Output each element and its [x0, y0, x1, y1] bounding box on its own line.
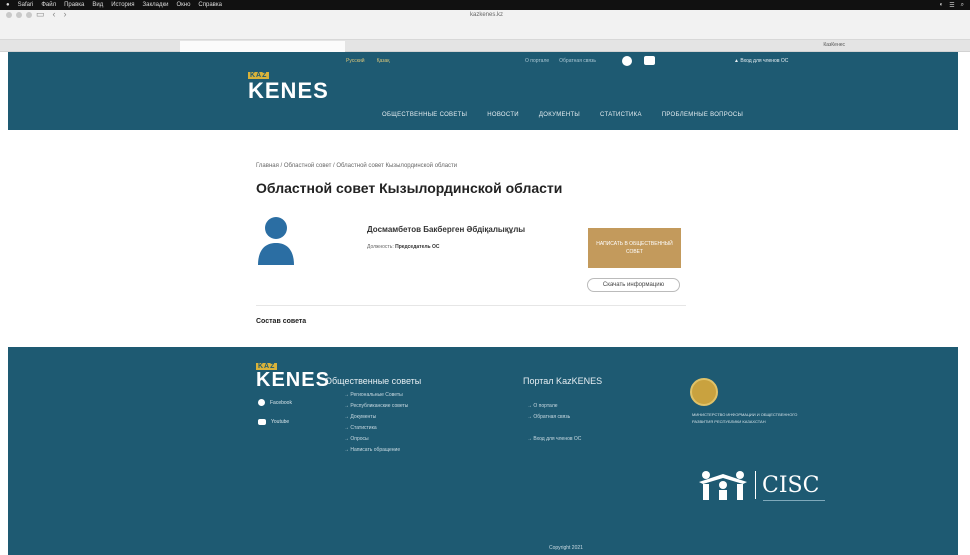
footer-link[interactable]: → Обратная связь	[527, 412, 581, 423]
status-icons: ◐ ☰ ⌕	[940, 2, 964, 9]
cisc-underline	[763, 500, 825, 503]
menu-item[interactable]: Справка	[198, 2, 222, 8]
search-icon[interactable]: ⌕	[961, 2, 964, 9]
address-bar[interactable]: kazkenes.kz	[470, 12, 503, 18]
cisc-people-icon	[699, 471, 747, 500]
position-value: Председатель ОС	[395, 244, 440, 250]
header-social	[622, 56, 655, 66]
active-tab[interactable]	[180, 41, 345, 52]
about-link[interactable]: О портале	[525, 58, 549, 64]
apple-icon[interactable]: ●	[6, 2, 10, 8]
footer-facebook-link[interactable]: Facebook	[258, 399, 292, 406]
footer-link[interactable]: → Статистика	[344, 423, 408, 434]
facebook-icon[interactable]	[622, 56, 632, 66]
footer-link[interactable]: → Опросы	[344, 434, 408, 445]
facebook-icon	[258, 399, 265, 406]
footer-logo[interactable]: KAZ KENES	[256, 363, 330, 392]
site-header	[8, 52, 958, 130]
council-heading: Состав совета	[256, 318, 307, 325]
logo-text: KENES	[248, 78, 329, 103]
logo-kaz: KAZ	[248, 72, 270, 79]
footer-youtube-link[interactable]: Youtube	[258, 419, 289, 425]
footer-councils-list: → Региональные Советы → Республиканские …	[344, 390, 408, 456]
macos-menu-bar: ● Safari Файл Правка Вид История Закладк…	[0, 0, 970, 10]
window-controls	[6, 12, 32, 18]
nav-documents[interactable]: ДОКУМЕНТЫ	[539, 112, 580, 118]
copyright: Copyright 2021	[549, 545, 583, 551]
footer-link[interactable]: → Республиканские советы	[344, 401, 408, 412]
nav-councils[interactable]: ОБЩЕСТВЕННЫЕ СОВЕТЫ	[382, 112, 467, 118]
wifi-icon[interactable]: ◐	[940, 2, 944, 9]
language-switcher: Русский Қазақ	[346, 58, 389, 64]
footer-link[interactable]: → Написать обращение	[344, 445, 408, 456]
facebook-label: Facebook	[270, 399, 292, 406]
login-label: Вход для членов ОС	[740, 58, 789, 64]
site-logo[interactable]: KAZ KENES	[248, 72, 329, 104]
nav-news[interactable]: НОВОСТИ	[487, 112, 519, 118]
member-position: Должность: Председатель ОС	[367, 244, 440, 250]
footer-portal-title: Портал KazKENES	[523, 376, 603, 386]
safari-window: ● Safari Файл Правка Вид История Закладк…	[0, 0, 970, 555]
login-link[interactable]: ▲ Вход для членов ОС	[734, 58, 788, 64]
position-label: Должность:	[367, 244, 394, 250]
lang-ru[interactable]: Русский	[346, 58, 365, 64]
member-name: Досмамбетов Бакберген Әбдіқалықұлы	[367, 225, 526, 234]
download-info-button[interactable]: Скачать информацию	[587, 278, 680, 292]
menu-item[interactable]: Safari	[18, 2, 34, 8]
footer-link[interactable]: → Региональные Советы	[344, 390, 408, 401]
forward-icon[interactable]: ›	[64, 9, 67, 20]
site-footer	[8, 347, 958, 555]
page-title: Областной совет Кызылординской области	[256, 180, 563, 196]
toolbar-icons: ▭ ‹ ›	[36, 9, 67, 20]
nav-issues[interactable]: ПРОБЛЕМНЫЕ ВОПРОСЫ	[662, 112, 743, 118]
feedback-link[interactable]: Обратная связь	[559, 58, 596, 64]
footer-portal-list: → О портале → Обратная связь → Вход для …	[527, 401, 581, 445]
menu-item[interactable]: Вид	[92, 2, 103, 8]
minimize-window-button[interactable]	[16, 12, 22, 18]
avatar-icon	[258, 217, 294, 265]
youtube-icon[interactable]	[644, 56, 655, 65]
cisc-text: CISC	[762, 472, 820, 498]
sidebar-icon[interactable]: ▭	[36, 9, 45, 20]
footer-logo-text: KENES	[256, 369, 330, 391]
control-center-icon[interactable]: ☰	[949, 2, 954, 9]
kazakhstan-emblem-icon	[690, 378, 718, 406]
back-icon[interactable]: ‹	[53, 9, 56, 20]
menu-item[interactable]: Правка	[64, 2, 84, 8]
main-nav: ОБЩЕСТВЕННЫЕ СОВЕТЫ НОВОСТИ ДОКУМЕНТЫ СТ…	[382, 112, 743, 118]
write-council-button[interactable]: НАПИСАТЬ В ОБЩЕСТВЕННЫЙ СОВЕТ	[588, 228, 681, 268]
zoom-window-button[interactable]	[26, 12, 32, 18]
menu-item[interactable]: Файл	[41, 2, 56, 8]
footer-link[interactable]: → Документы	[344, 412, 408, 423]
footer-link[interactable]: → О портале	[527, 401, 581, 412]
tab-title[interactable]: КазКенес	[823, 42, 845, 48]
menu-item[interactable]: Закладки	[143, 2, 169, 8]
close-window-button[interactable]	[6, 12, 12, 18]
youtube-icon	[258, 419, 266, 425]
youtube-label: Youtube	[271, 419, 290, 425]
breadcrumb[interactable]: Главная / Областной совет / Областной со…	[256, 163, 457, 169]
footer-logo-kaz: KAZ	[256, 363, 278, 370]
menu-item[interactable]: Окно	[176, 2, 190, 8]
footer-councils-title: Общественные советы	[325, 376, 422, 386]
ministry-label: МИНИСТЕРСТВО ИНФОРМАЦИИ И ОБЩЕСТВЕННОГО …	[692, 412, 798, 424]
footer-link[interactable]: → Вход для членов ОС	[527, 434, 581, 445]
nav-statistics[interactable]: СТАТИСТИКА	[600, 112, 642, 118]
cisc-separator	[755, 471, 756, 499]
lang-kz[interactable]: Қазақ	[377, 58, 390, 64]
cisc-logo[interactable]: CISC	[697, 470, 819, 500]
header-links: О портале Обратная связь	[525, 58, 596, 64]
divider	[256, 305, 686, 306]
menu-item[interactable]: История	[111, 2, 134, 8]
